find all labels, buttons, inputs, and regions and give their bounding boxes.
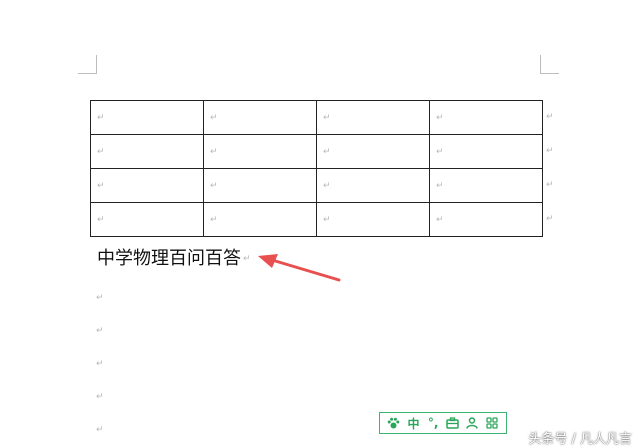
ime-toolbar[interactable]: 中 °,	[379, 412, 507, 434]
punctuation-mode-toggle[interactable]: °,	[425, 414, 441, 432]
language-mode-toggle[interactable]: 中	[405, 414, 421, 432]
paw-icon[interactable]	[386, 414, 402, 432]
watermark: 头条号 / 凡人凡言	[528, 432, 632, 447]
document-page: ↵ ↵ ↵ ↵ ↵ ↵ ↵ ↵ ↵ ↵ ↵ ↵ ↵ ↵ ↵ ↵ ↵ ↵ ↵ ↵ 中学物理百问百答 ↵ ↵ ↵ ↵ ↵ ↵ 中 …	[0, 0, 640, 447]
red-arrow-annotation	[258, 254, 341, 282]
toolbox-icon[interactable]	[445, 414, 461, 432]
grid-icon[interactable]	[484, 414, 500, 432]
user-icon[interactable]	[464, 414, 480, 432]
